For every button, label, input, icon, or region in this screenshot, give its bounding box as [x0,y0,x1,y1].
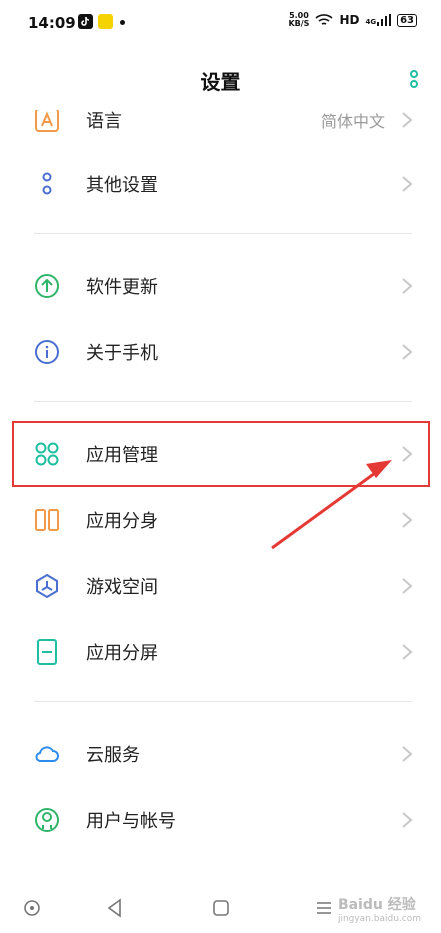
item-label: 应用分身 [86,511,158,532]
cloud-icon [35,746,59,762]
chevron-right-icon [402,746,413,762]
tiktok-icon [78,14,93,29]
status-time: 14:09 [28,14,76,32]
item-label: 关于手机 [86,343,158,364]
watermark-brand: Baidu 经验 [337,897,416,913]
watermark-url: jingyan.baidu.com [337,914,421,924]
item-label: 应用分屏 [86,643,158,664]
list-item-game-space[interactable]: 游戏空间 [0,552,441,618]
home-button-icon[interactable] [209,896,233,920]
list-item-other-settings[interactable]: 其他设置 [0,150,441,216]
hd-label: HD [339,13,360,27]
notification-dot [120,20,125,25]
back-button-icon[interactable] [103,896,127,920]
update-icon [35,274,59,298]
user-account-icon [35,808,59,832]
chevron-right-icon [402,278,413,294]
list-item-software-update[interactable]: 软件更新 [0,252,441,318]
network-speed: 5.00 KB/S [288,12,309,28]
signal-icon: 4G [365,14,392,26]
list-item-split-screen[interactable]: 应用分屏 [0,618,441,684]
language-icon [35,110,59,132]
app-clone-icon [35,509,59,531]
assistant-button-icon[interactable] [20,896,44,920]
page-title: 设置 [200,70,241,94]
highlight-box [12,421,430,487]
settings-list: 语言 简体中文 其他设置 软件更新 关于手机 应用管理 应用分身 游戏空间 应用… [0,110,441,870]
chevron-right-icon [402,344,413,360]
item-label: 云服务 [86,745,140,766]
battery-indicator: 63 [397,13,417,27]
chevron-right-icon [402,578,413,594]
more-options-icon[interactable] [407,68,421,96]
divider [34,233,412,234]
item-label: 游戏空间 [86,577,158,598]
wifi-icon [315,14,333,25]
status-bar: 14:09 5.00 KB/S HD 4G 63 [0,0,441,46]
game-space-icon [36,573,58,599]
status-right: 5.00 KB/S HD 4G 63 [288,12,417,28]
chevron-right-icon [402,512,413,528]
meituan-icon [98,14,113,29]
chevron-right-icon [402,812,413,828]
chevron-right-icon [402,176,413,192]
item-label: 用户与帐号 [86,811,176,832]
item-label: 其他设置 [86,175,158,196]
info-icon [35,340,59,364]
item-label: 软件更新 [86,277,158,298]
recents-button-icon[interactable] [312,896,336,920]
speed-unit: KB/S [288,19,310,28]
list-item-language[interactable]: 语言 简体中文 [0,110,441,152]
item-value: 简体中文 [320,112,385,131]
divider [34,701,412,702]
other-settings-icon [42,172,52,195]
item-label: 语言 [86,111,122,132]
divider [34,401,412,402]
split-screen-icon [37,639,57,665]
network-type: 4G [365,18,377,26]
list-item-users-accounts[interactable]: 用户与帐号 [0,786,441,852]
chevron-right-icon [402,112,413,128]
header: 设置 [0,46,441,110]
navigation-bar: Baidu 经验 jingyan.baidu.com [0,886,441,933]
list-item-about-phone[interactable]: 关于手机 [0,318,441,384]
list-item-app-clone[interactable]: 应用分身 [0,486,441,552]
baidu-watermark: Baidu 经验 jingyan.baidu.com [338,894,421,924]
chevron-right-icon [402,644,413,660]
list-item-cloud-service[interactable]: 云服务 [0,720,441,786]
